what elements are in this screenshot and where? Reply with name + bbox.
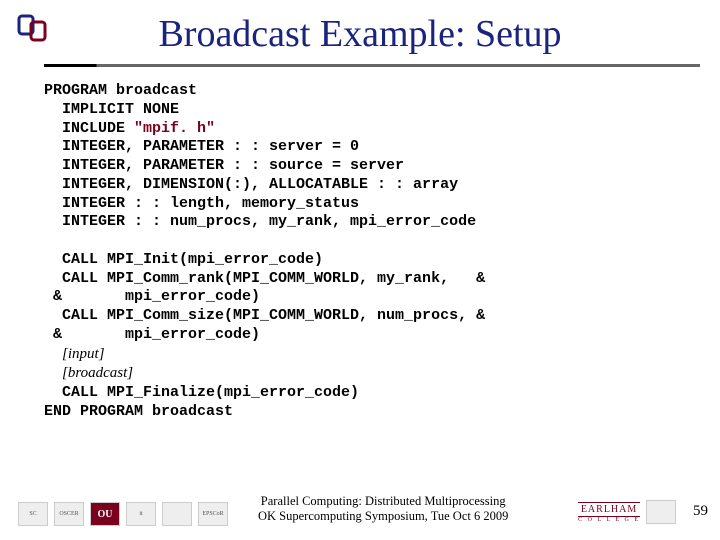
oscer-logo-icon: OSCER xyxy=(54,502,84,526)
title-divider xyxy=(44,64,700,67)
code-placeholder: [input] xyxy=(62,346,105,362)
code-line: CALL MPI_Finalize(mpi_error_code) xyxy=(44,384,359,401)
code-placeholder: [broadcast] xyxy=(62,365,133,381)
earlham-subtext: C O L L E G E xyxy=(578,517,640,523)
code-line: INTEGER : : length, memory_status xyxy=(44,195,359,212)
gpn-logo-icon xyxy=(646,500,676,524)
it-logo-icon: it xyxy=(126,502,156,526)
footer-line-1: Parallel Computing: Distributed Multipro… xyxy=(261,494,506,508)
code-line: INTEGER : : num_procs, my_rank, mpi_erro… xyxy=(44,213,476,230)
code-line: INCLUDE xyxy=(44,120,134,137)
code-line: CALL MPI_Comm_size(MPI_COMM_WORLD, num_p… xyxy=(44,307,485,324)
code-line: & mpi_error_code) xyxy=(44,288,260,305)
oneocii-logo-icon xyxy=(162,502,192,526)
code-line: & mpi_error_code) xyxy=(44,326,260,343)
epscor-logo-icon: EPSCoR xyxy=(198,502,228,526)
code-line: CALL MPI_Init(mpi_error_code) xyxy=(44,251,323,268)
earlham-text: EARLHAM xyxy=(578,502,640,517)
code-line: CALL MPI_Comm_rank(MPI_COMM_WORLD, my_ra… xyxy=(44,270,485,287)
code-string: "mpif. h" xyxy=(134,120,215,137)
earlham-logo: EARLHAM C O L L E G E xyxy=(578,502,640,523)
slide: Broadcast Example: Setup PROGRAM broadca… xyxy=(0,0,720,540)
footer-text: Parallel Computing: Distributed Multipro… xyxy=(258,494,508,524)
code-line: INTEGER, PARAMETER : : server = 0 xyxy=(44,138,359,155)
sc-mini-logo-icon: SC xyxy=(18,502,48,526)
footer-logos-left: SC OSCER OU it EPSCoR xyxy=(18,502,228,526)
code-line: INTEGER, PARAMETER : : source = server xyxy=(44,157,404,174)
code-line: INTEGER, DIMENSION(:), ALLOCATABLE : : a… xyxy=(44,176,458,193)
page-number: 59 xyxy=(693,503,708,520)
code-line: END PROGRAM broadcast xyxy=(44,403,233,420)
footer-line-2: OK Supercomputing Symposium, Tue Oct 6 2… xyxy=(258,509,508,523)
footer-logos-right: EARLHAM C O L L E G E xyxy=(578,500,676,524)
code-line: IMPLICIT NONE xyxy=(44,101,179,118)
code-listing: PROGRAM broadcast IMPLICIT NONE INCLUDE … xyxy=(44,82,676,422)
slide-title: Broadcast Example: Setup xyxy=(0,12,720,56)
footer: SC OSCER OU it EPSCoR Parallel Computing… xyxy=(0,488,720,530)
ou-logo-icon: OU xyxy=(90,502,120,526)
code-line: PROGRAM broadcast xyxy=(44,82,197,99)
